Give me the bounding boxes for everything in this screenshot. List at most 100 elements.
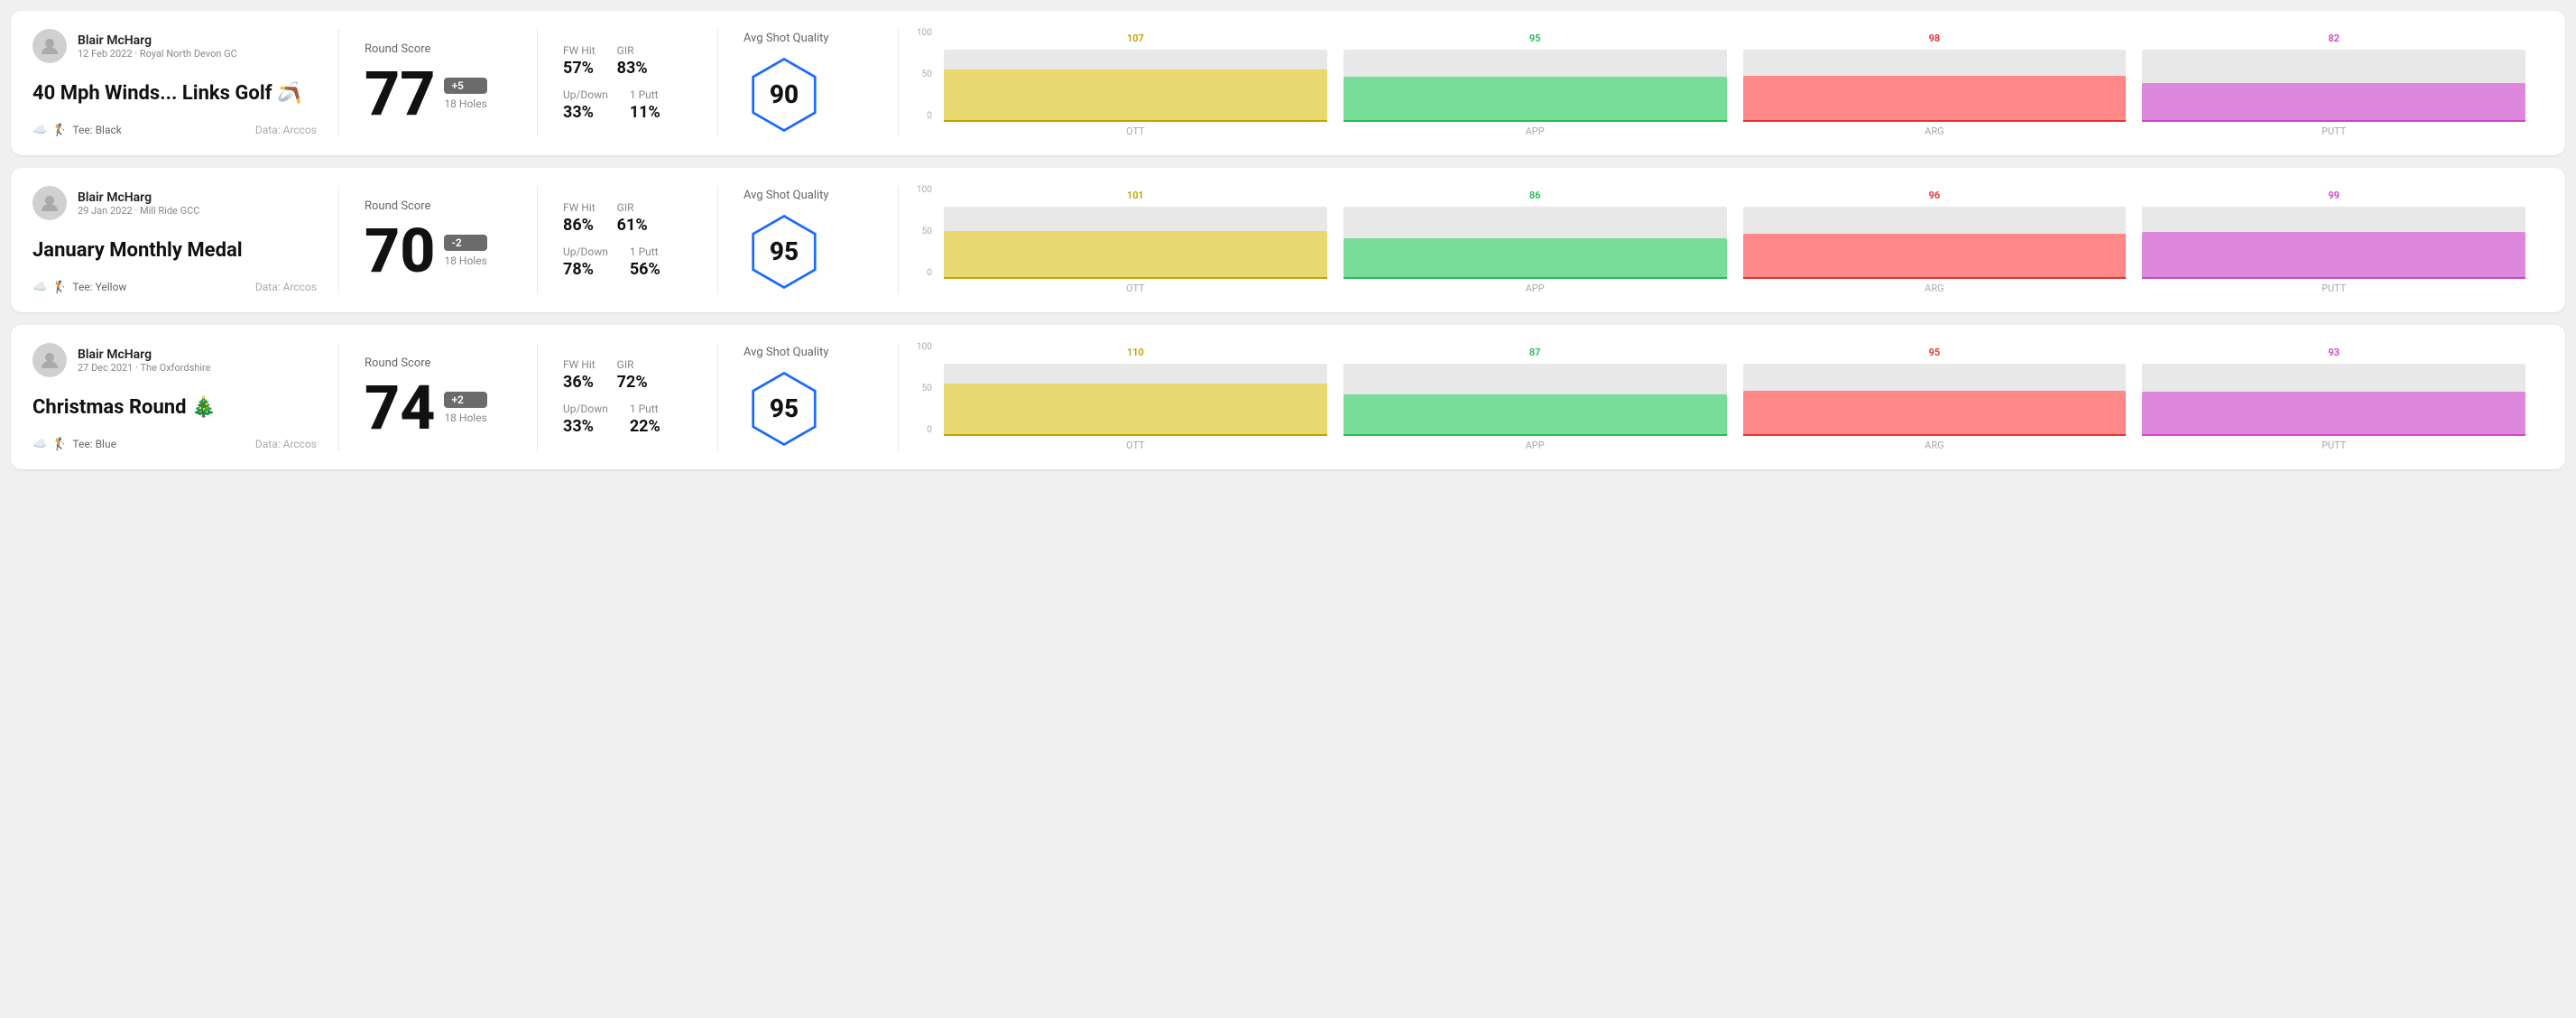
user-info: Blair McHarg27 Dec 2021 · The Oxfordshir…	[32, 343, 317, 377]
round-left-section: Blair McHarg12 Feb 2022 · Royal North De…	[32, 29, 339, 137]
chart-section: 100500 101 OTT 86 APP 96ARG99PUTT	[899, 186, 2544, 294]
tee-bag-icon: 🏌	[52, 124, 67, 137]
bar-x-label: ARG	[1925, 282, 1944, 294]
user-info: Blair McHarg12 Feb 2022 · Royal North De…	[32, 29, 317, 63]
bar-top-label: 98	[1929, 32, 1941, 44]
score-number: 74	[365, 377, 435, 439]
avatar	[32, 343, 67, 377]
round-title[interactable]: 40 Mph Winds... Links Golf 🪃	[32, 82, 317, 106]
user-date-course: 12 Feb 2022 · Royal North Devon GC	[78, 48, 237, 60]
score-number: 77	[365, 63, 435, 125]
bar-top-label: 87	[1529, 347, 1541, 358]
quality-section: Avg Shot Quality95	[718, 186, 899, 294]
bar-wrapper	[1343, 364, 1727, 436]
weather-icon: ☁️	[32, 438, 47, 451]
user-name: Blair McHarg	[78, 190, 199, 205]
score-section: Round Score 77 +518 Holes	[339, 29, 538, 137]
bar-top-label: 82	[2328, 32, 2340, 44]
fw-hit-stat: FW Hit 36%	[563, 358, 596, 392]
y-axis-label: 100	[917, 186, 932, 195]
score-label: Round Score	[365, 42, 512, 56]
quality-section: Avg Shot Quality 95	[718, 343, 899, 451]
bar-wrapper	[1743, 207, 2127, 279]
bar-group-arg: 96ARG	[1743, 190, 2127, 294]
bar-x-label: ARG	[1925, 440, 1944, 451]
updown-value: 33%	[563, 103, 608, 122]
bar-top-label: 86	[1529, 190, 1541, 201]
quality-score: 90	[770, 79, 799, 109]
bar-x-label: APP	[1526, 125, 1545, 137]
round-title[interactable]: January Monthly Medal	[32, 239, 317, 263]
round-left-section: Blair McHarg29 Jan 2022 · Mill Ride GCC J…	[32, 186, 339, 294]
bar-top-label: 99	[2328, 190, 2340, 201]
bar-wrapper	[2142, 50, 2525, 122]
score-number: 70	[365, 220, 435, 282]
score-label: Round Score	[365, 199, 512, 213]
quality-label: Avg Shot Quality	[743, 346, 829, 359]
score-section: Round Score 70 -218 Holes	[339, 186, 538, 294]
bar-accent-line	[2142, 277, 2525, 279]
oneputt-value: 56%	[630, 260, 660, 279]
gir-value: 61%	[617, 216, 648, 235]
oneputt-label: 1 Putt	[630, 88, 660, 101]
user-details: Blair McHarg29 Jan 2022 · Mill Ride GCC	[78, 190, 199, 217]
y-axis-label: 0	[927, 269, 932, 278]
oneputt-label: 1 Putt	[630, 403, 660, 415]
oneputt-stat: 1 Putt 56%	[630, 245, 660, 279]
bar-wrapper	[2142, 207, 2525, 279]
y-axis-label: 0	[927, 426, 932, 435]
fw-hit-value: 57%	[563, 59, 596, 78]
bar-wrapper	[1343, 50, 1727, 122]
bar-x-label: OTT	[1126, 440, 1145, 451]
bar-group-app: 87APP	[1343, 347, 1727, 451]
bar-fill	[1743, 76, 2127, 122]
tee-bag-icon: 🏌	[52, 438, 67, 451]
score-details: +218 Holes	[444, 392, 486, 424]
gir-label: GIR	[617, 44, 648, 57]
weather-icon: ☁️	[32, 124, 47, 137]
oneputt-stat: 1 Putt 22%	[630, 403, 660, 436]
chart-section: 100500110OTT87APP95ARG93PUTT	[899, 343, 2544, 451]
avatar	[32, 186, 67, 220]
score-details: -218 Holes	[444, 235, 486, 267]
oneputt-stat: 1 Putt 11%	[630, 88, 660, 122]
round-footer: ☁️ 🏌 Tee: Black Data: Arccos	[32, 124, 317, 137]
round-left-section: Blair McHarg27 Dec 2021 · The Oxfordshir…	[32, 343, 339, 451]
tee-info: ☁️ 🏌 Tee: Yellow	[32, 281, 126, 294]
round-card[interactable]: Blair McHarg12 Feb 2022 · Royal North De…	[11, 11, 2565, 155]
fw-hit-label: FW Hit	[563, 44, 596, 57]
oneputt-label: 1 Putt	[630, 245, 660, 258]
bar-x-label: APP	[1526, 282, 1545, 294]
data-source: Data: Arccos	[255, 281, 317, 293]
bar-wrapper	[1343, 207, 1727, 279]
tee-label: Tee: Yellow	[72, 281, 126, 293]
round-card[interactable]: Blair McHarg27 Dec 2021 · The Oxfordshir…	[11, 325, 2565, 469]
quality-score: 95	[770, 393, 799, 423]
y-axis-label: 50	[922, 70, 932, 79]
bar-top-label: 101	[1127, 190, 1144, 201]
tee-info: ☁️ 🏌 Tee: Blue	[32, 438, 116, 451]
bar-group-app: 95APP	[1343, 32, 1727, 137]
oneputt-value: 22%	[630, 417, 660, 436]
updown-stat: Up/Down 78%	[563, 245, 608, 279]
updown-stat: Up/Down 33%	[563, 403, 608, 436]
bar-accent-line	[2142, 120, 2525, 122]
round-card[interactable]: Blair McHarg29 Jan 2022 · Mill Ride GCC J…	[11, 168, 2565, 312]
user-date-course: 29 Jan 2022 · Mill Ride GCC	[78, 205, 199, 217]
bar-x-label: OTT	[1126, 282, 1145, 294]
score-details: +518 Holes	[444, 78, 486, 110]
fw-hit-value: 36%	[563, 373, 596, 392]
stats-row-top: FW Hit 57% GIR 83%	[563, 44, 692, 78]
round-title[interactable]: Christmas Round 🎄	[32, 396, 317, 420]
bar-group-putt: 99PUTT	[2142, 190, 2525, 294]
bar-accent-line	[2142, 434, 2525, 436]
bar-wrapper	[2142, 364, 2525, 436]
y-axis: 100500	[917, 186, 932, 278]
fw-hit-value: 86%	[563, 216, 596, 235]
stats-section: FW Hit 86% GIR 61% Up/Down 78% 1 Putt 56…	[538, 186, 718, 294]
bar-accent-line	[1343, 277, 1727, 279]
bar-group-ott: 107OTT	[944, 32, 1327, 137]
score-holes: 18 Holes	[444, 255, 486, 267]
tee-info: ☁️ 🏌 Tee: Black	[32, 124, 122, 137]
y-axis-label: 100	[917, 29, 932, 38]
